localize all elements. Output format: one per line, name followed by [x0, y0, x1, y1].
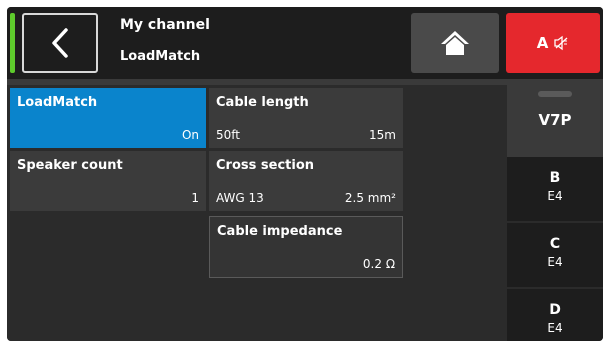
- mute-speaker-icon: [554, 35, 568, 51]
- channel-tab-c-label: C: [549, 236, 561, 252]
- channel-tab-d-label: D: [549, 302, 561, 318]
- channel-tab-b-label: B: [549, 170, 561, 186]
- mute-button[interactable]: A: [506, 13, 600, 73]
- loadmatch-value: On: [181, 128, 199, 142]
- channel-tab-d[interactable]: D E4: [507, 291, 603, 341]
- home-button[interactable]: [411, 13, 499, 73]
- cable-length-meters: 15m: [369, 128, 396, 142]
- channel-tab-v7p-label: V7P: [538, 111, 572, 129]
- channel-tab-c-value: E4: [547, 255, 563, 269]
- back-button[interactable]: [22, 13, 98, 73]
- speaker-count-title: Speaker count: [17, 158, 123, 173]
- channel-sidebar: V7P B E4 C E4 D E4: [507, 79, 603, 341]
- back-arrow-icon: [52, 28, 68, 58]
- cable-length-tile[interactable]: Cable length 50ft 15m: [209, 88, 403, 148]
- speaker-count-value: 1: [191, 191, 199, 205]
- cross-section-title: Cross section: [216, 158, 315, 173]
- settings-grid: LoadMatch On Cable length 50ft 15m Speak…: [7, 85, 507, 341]
- channel-tab-v7p[interactable]: V7P: [507, 79, 603, 157]
- cross-section-mm: 2.5 mm²: [344, 191, 396, 205]
- header-bar: My channel LoadMatch A: [7, 7, 603, 79]
- loadmatch-tile[interactable]: LoadMatch On: [10, 88, 206, 148]
- loadmatch-title: LoadMatch: [17, 95, 98, 110]
- page-subtitle: LoadMatch: [120, 49, 201, 64]
- channel-title: My channel: [120, 17, 210, 33]
- cable-impedance-tile: Cable impedance 0.2 Ω: [209, 216, 403, 278]
- channel-tab-c[interactable]: C E4: [507, 225, 603, 289]
- device-screen: My channel LoadMatch A LoadMatch On Cabl…: [7, 7, 603, 341]
- home-icon: [441, 31, 469, 55]
- channel-tab-d-value: E4: [547, 321, 563, 335]
- cable-impedance-title: Cable impedance: [217, 224, 343, 239]
- cross-section-awg: AWG 13: [216, 191, 264, 205]
- mute-label: A: [536, 34, 549, 52]
- channel-tab-b-value: E4: [547, 189, 563, 203]
- cable-length-feet: 50ft: [216, 128, 240, 142]
- speaker-count-tile[interactable]: Speaker count 1: [10, 151, 206, 211]
- drag-handle: [538, 91, 572, 97]
- status-indicator: [10, 13, 15, 73]
- cross-section-tile[interactable]: Cross section AWG 13 2.5 mm²: [209, 151, 403, 211]
- channel-tab-b[interactable]: B E4: [507, 159, 603, 223]
- cable-length-title: Cable length: [216, 95, 309, 110]
- cable-impedance-value: 0.2 Ω: [362, 257, 395, 271]
